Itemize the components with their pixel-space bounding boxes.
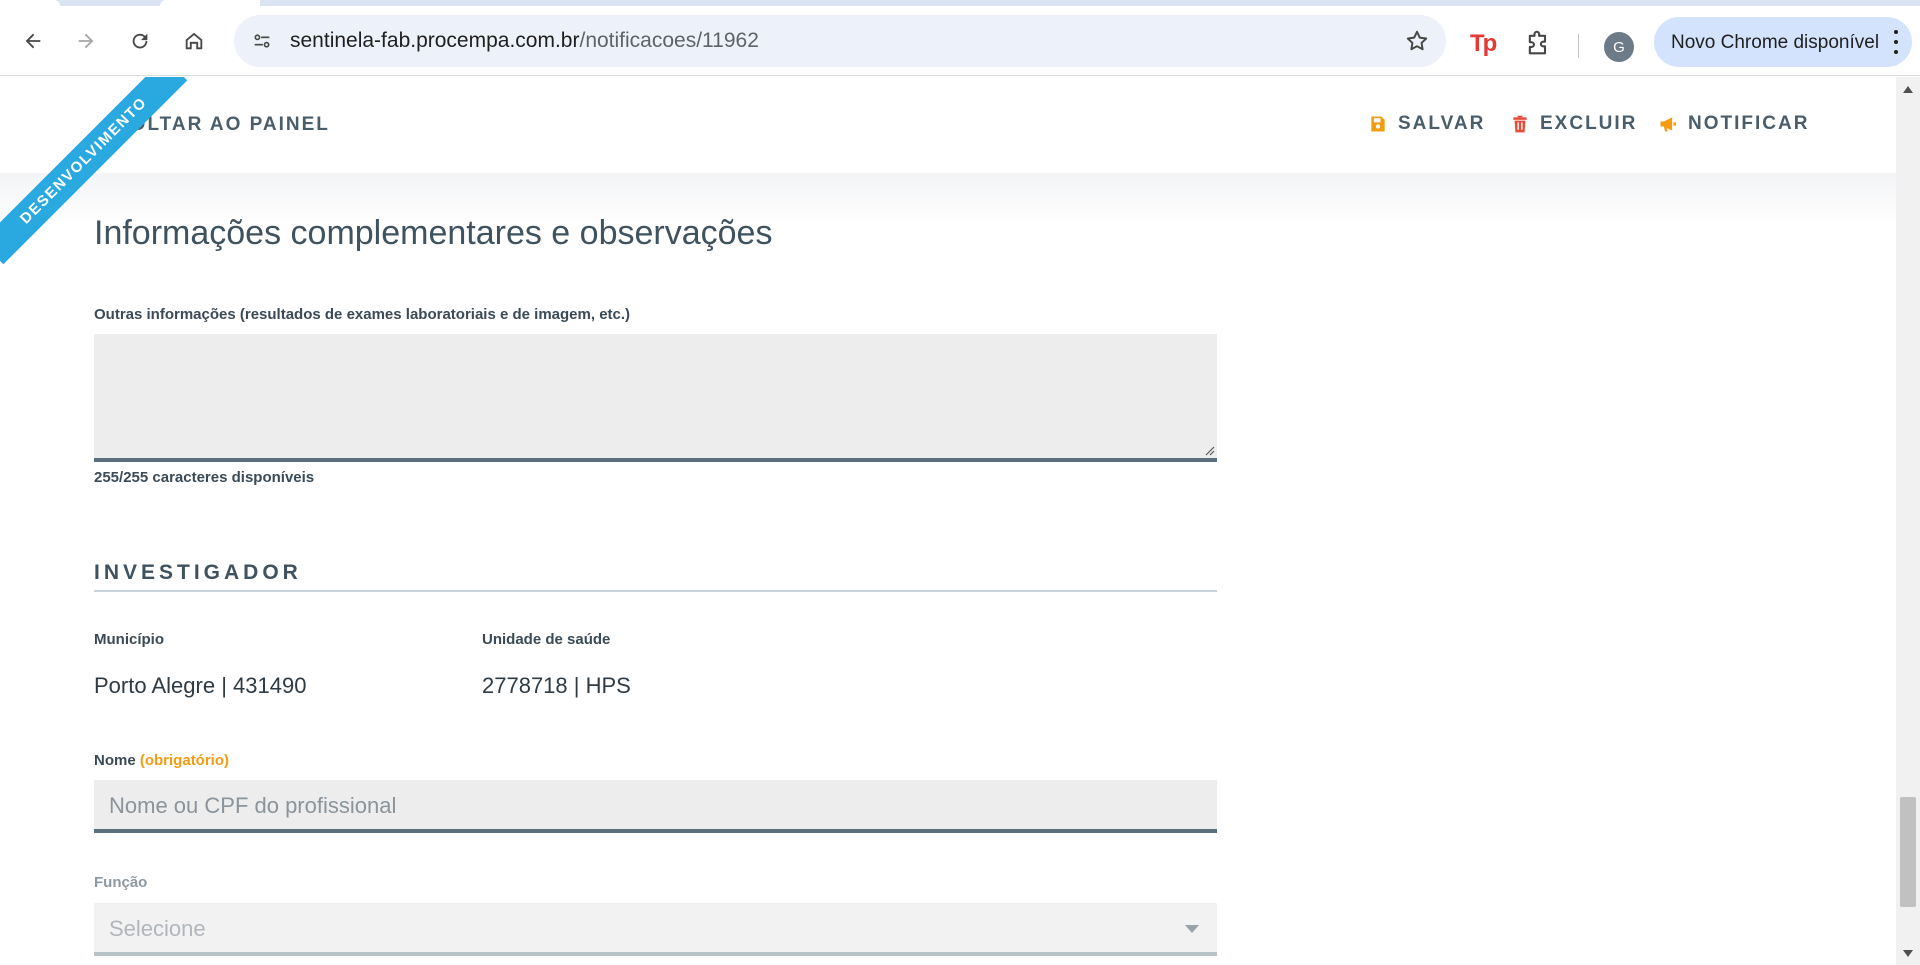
address-bar[interactable]: sentinela-fab.procempa.com.br/notificaco… [234,15,1446,67]
megaphone-icon [1660,117,1676,132]
bookmark-star-icon[interactable] [1404,28,1430,54]
funcao-select[interactable]: Selecione [94,903,1217,956]
extension-tp-icon[interactable]: Tp [1470,30,1497,58]
save-button[interactable]: SALVAR [1368,113,1485,135]
nome-placeholder: Nome ou CPF do profissional [109,793,397,818]
save-label: SALVAR [1398,113,1486,134]
notify-button[interactable]: NOTIFICAR [1658,113,1809,135]
funcao-selected-value: Selecione [109,916,206,941]
floppy-disk-icon [1371,116,1385,132]
scroll-down-arrow-icon[interactable] [1903,950,1913,957]
section-title: Informações complementares e observações [94,214,773,252]
required-marker: (obrigatório) [139,752,230,769]
nome-label: Nome (obrigatório) [94,752,229,769]
char-counter: 255/255 caracteres disponíveis [94,469,315,486]
site-info-icon[interactable] [244,23,280,59]
notify-label: NOTIFICAR [1688,113,1810,134]
other-info-textarea[interactable] [94,334,1217,462]
kebab-menu-icon[interactable] [1892,30,1900,54]
url-text[interactable]: sentinela-fab.procempa.com.br/notificaco… [290,29,759,53]
page-viewport: VOLTAR AO PAINEL SALVAR EXCLUIR NOTIFICA… [0,77,1896,965]
chrome-update-button[interactable]: Novo Chrome disponível [1654,17,1912,67]
scroll-thumb[interactable] [1900,797,1916,907]
forward-arrow-icon[interactable] [68,23,104,59]
profile-avatar[interactable]: G [1604,32,1634,62]
puzzle-extensions-icon[interactable] [1524,30,1552,58]
browser-toolbar: sentinela-fab.procempa.com.br/notificaco… [0,6,1920,76]
trash-icon [1513,115,1527,133]
resize-grip-icon[interactable] [1203,444,1215,456]
reload-icon[interactable] [122,23,158,59]
delete-label: EXCLUIR [1540,113,1638,134]
unidade-label: Unidade de saúde [482,631,611,648]
chevron-down-icon [1185,925,1199,933]
chrome-update-label: Novo Chrome disponível [1671,32,1880,53]
url-host: sentinela-fab.procempa.com.br [290,29,580,52]
page-scrollbar[interactable] [1896,77,1920,965]
funcao-label: Função [94,874,148,891]
nome-input[interactable]: Nome ou CPF do profissional [94,780,1217,833]
delete-button[interactable]: EXCLUIR [1510,113,1637,135]
municipio-value: Porto Alegre | 431490 [94,673,307,698]
page-action-bar: VOLTAR AO PAINEL SALVAR EXCLUIR NOTIFICA… [0,77,1896,173]
nome-label-text: Nome [94,752,136,769]
url-path: /notificacoes/11962 [579,29,759,52]
section-divider [94,590,1217,592]
home-icon[interactable] [176,23,212,59]
unidade-value: 2778718 | HPS [482,673,631,698]
investigator-heading: INVESTIGADOR [94,561,302,584]
municipio-label: Município [94,631,164,648]
toolbar-divider [1578,34,1579,58]
other-info-label: Outras informações (resultados de exames… [94,306,631,323]
back-arrow-icon[interactable] [15,23,51,59]
scroll-up-arrow-icon[interactable] [1903,86,1913,93]
